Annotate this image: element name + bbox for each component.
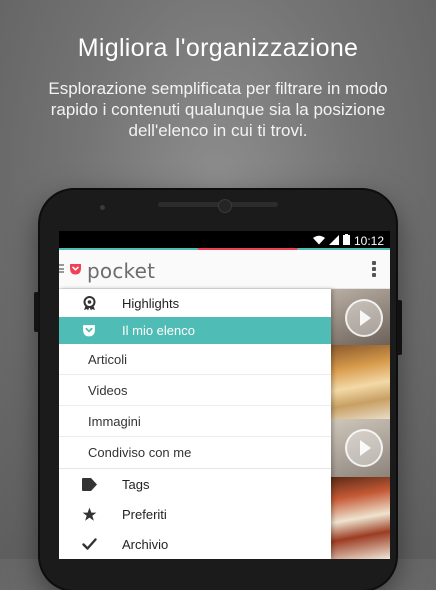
wifi-icon xyxy=(312,234,325,248)
drawer-item-label: Archivio xyxy=(122,536,169,552)
drawer-item-my-list[interactable]: Il mio elenco xyxy=(59,317,331,344)
pocket-icon xyxy=(80,322,98,340)
app-bar: pocket xyxy=(59,250,390,289)
drawer-item-label: Tags xyxy=(122,476,150,492)
drawer-toggle-icon[interactable] xyxy=(59,264,64,273)
drawer-item-label: Il mio elenco xyxy=(122,323,195,338)
pocket-logo: pocket xyxy=(69,259,155,283)
navigation-drawer: Highlights Il mio elenco Articoli Videos… xyxy=(59,289,331,559)
submenu-item-images[interactable]: Immagini xyxy=(59,406,331,437)
play-icon xyxy=(345,429,383,467)
drawer-item-label: Preferiti xyxy=(122,506,167,522)
power-button xyxy=(397,300,402,355)
check-icon xyxy=(80,535,98,553)
pocket-logo-icon xyxy=(69,262,82,280)
submenu-item-articles[interactable]: Articoli xyxy=(59,344,331,375)
drawer-item-highlights[interactable]: Highlights xyxy=(59,289,331,317)
list-item-thumbnail[interactable] xyxy=(331,289,390,345)
list-item-thumbnail[interactable] xyxy=(331,345,390,419)
submenu-item-videos[interactable]: Videos xyxy=(59,375,331,406)
submenu-item-shared-with-me[interactable]: Condiviso con me xyxy=(59,437,331,468)
drawer-item-label: Highlights xyxy=(122,295,180,311)
drawer-item-archive[interactable]: Archivio xyxy=(59,529,331,559)
proximity-sensor xyxy=(100,205,105,210)
front-camera xyxy=(218,199,232,213)
overflow-menu-icon[interactable] xyxy=(372,261,376,277)
phone-bezel xyxy=(40,190,396,230)
app-name: pocket xyxy=(87,259,156,283)
play-icon xyxy=(345,299,383,337)
promo-headline: Migliora l'organizzazione xyxy=(77,34,359,62)
phone-screen: 10:12 pocket Highlights Il mio elenco Ar… xyxy=(59,231,390,559)
signal-icon xyxy=(328,234,339,248)
my-list-submenu: Articoli Videos Immagini Condiviso con m… xyxy=(59,344,331,469)
promo-subtext: Esplorazione semplificata per filtrare i… xyxy=(48,79,388,140)
highlights-icon xyxy=(80,294,98,312)
star-icon xyxy=(80,505,98,523)
drawer-item-favorites[interactable]: Preferiti xyxy=(59,499,331,529)
status-time: 10:12 xyxy=(353,234,384,248)
status-bar: 10:12 xyxy=(59,231,390,250)
list-item-thumbnail[interactable] xyxy=(331,419,390,477)
tag-icon xyxy=(80,475,98,493)
battery-icon xyxy=(342,234,350,248)
list-item-thumbnail[interactable] xyxy=(331,477,390,559)
volume-button xyxy=(34,292,39,332)
list-content-behind-drawer xyxy=(331,289,390,559)
drawer-item-tags[interactable]: Tags xyxy=(59,469,331,499)
